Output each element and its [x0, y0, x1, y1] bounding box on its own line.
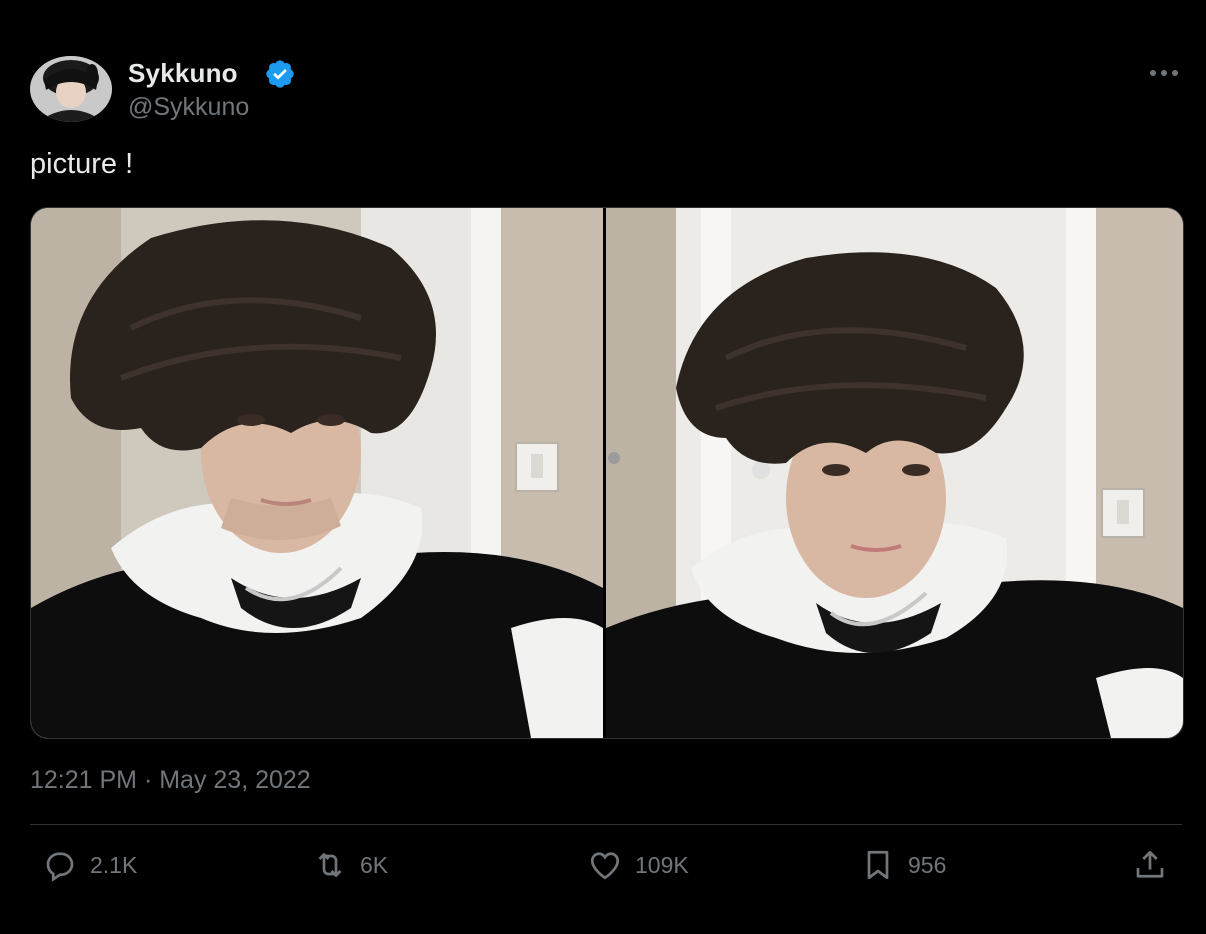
- avatar[interactable]: [30, 56, 112, 122]
- like-button[interactable]: 109K: [585, 846, 689, 884]
- reply-icon: [46, 852, 74, 882]
- retweet-icon: [318, 853, 342, 877]
- share-icon: [1136, 850, 1164, 878]
- tweet: Sykkuno @Sykkuno picture ! 12:21 PM · Ma…: [0, 0, 1206, 934]
- photo-right[interactable]: [606, 208, 1183, 738]
- divider: [30, 824, 1182, 825]
- timestamp[interactable]: 12:21 PM · May 23, 2022: [30, 766, 311, 795]
- tweet-text: picture !: [30, 148, 134, 180]
- more-options-icon[interactable]: [1146, 60, 1182, 86]
- verified-badge-icon: [264, 58, 296, 90]
- retweet-button[interactable]: 6K: [310, 846, 388, 884]
- display-name[interactable]: Sykkuno: [128, 58, 238, 89]
- bookmark-icon: [867, 850, 889, 880]
- heart-icon: [590, 852, 620, 880]
- reply-button[interactable]: 2.1K: [40, 846, 137, 884]
- bookmark-count: 956: [908, 851, 947, 878]
- bookmark-button[interactable]: 956: [858, 846, 946, 884]
- share-button[interactable]: [1130, 846, 1170, 884]
- reply-count: 2.1K: [90, 851, 138, 878]
- like-count: 109K: [635, 851, 689, 878]
- handle[interactable]: @Sykkuno: [128, 93, 249, 122]
- media-grid: [30, 207, 1184, 739]
- photo-left[interactable]: [31, 208, 603, 738]
- retweet-count: 6K: [360, 851, 389, 878]
